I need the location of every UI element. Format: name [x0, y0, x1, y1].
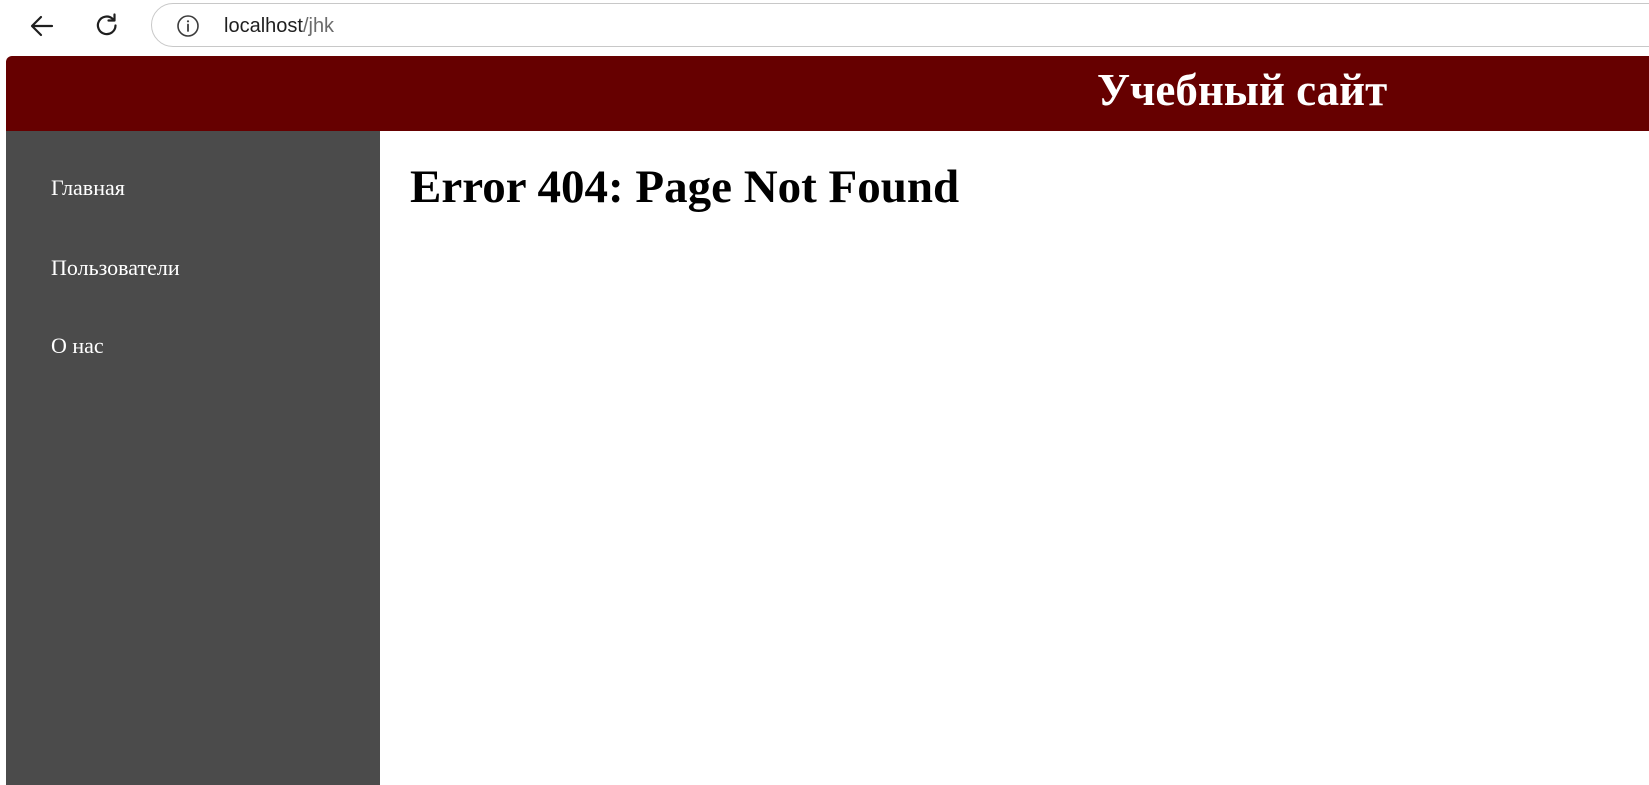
url-text[interactable]: localhost/jhk [224, 15, 334, 37]
reload-button[interactable] [87, 6, 127, 46]
sidebar: Главная Пользователи О нас [6, 131, 380, 785]
url-path: /jhk [302, 15, 335, 37]
main-content: Error 404: Page Not Found [380, 131, 1649, 785]
url-host: localhost [224, 15, 303, 37]
sidebar-item-home[interactable]: Главная [51, 175, 125, 201]
browser-toolbar: localhost/jhk [0, 0, 1649, 54]
site-title: Учебный сайт [1097, 65, 1388, 115]
page-title: Error 404: Page Not Found [410, 161, 960, 213]
site-header: Учебный сайт [6, 56, 1649, 131]
sidebar-item-users[interactable]: Пользователи [51, 255, 180, 281]
back-arrow-icon [30, 15, 54, 37]
sidebar-item-about[interactable]: О нас [51, 333, 104, 359]
reload-icon [96, 13, 117, 36]
info-icon[interactable] [176, 14, 200, 38]
back-button[interactable] [22, 6, 62, 46]
address-bar[interactable]: localhost/jhk [151, 3, 1649, 47]
